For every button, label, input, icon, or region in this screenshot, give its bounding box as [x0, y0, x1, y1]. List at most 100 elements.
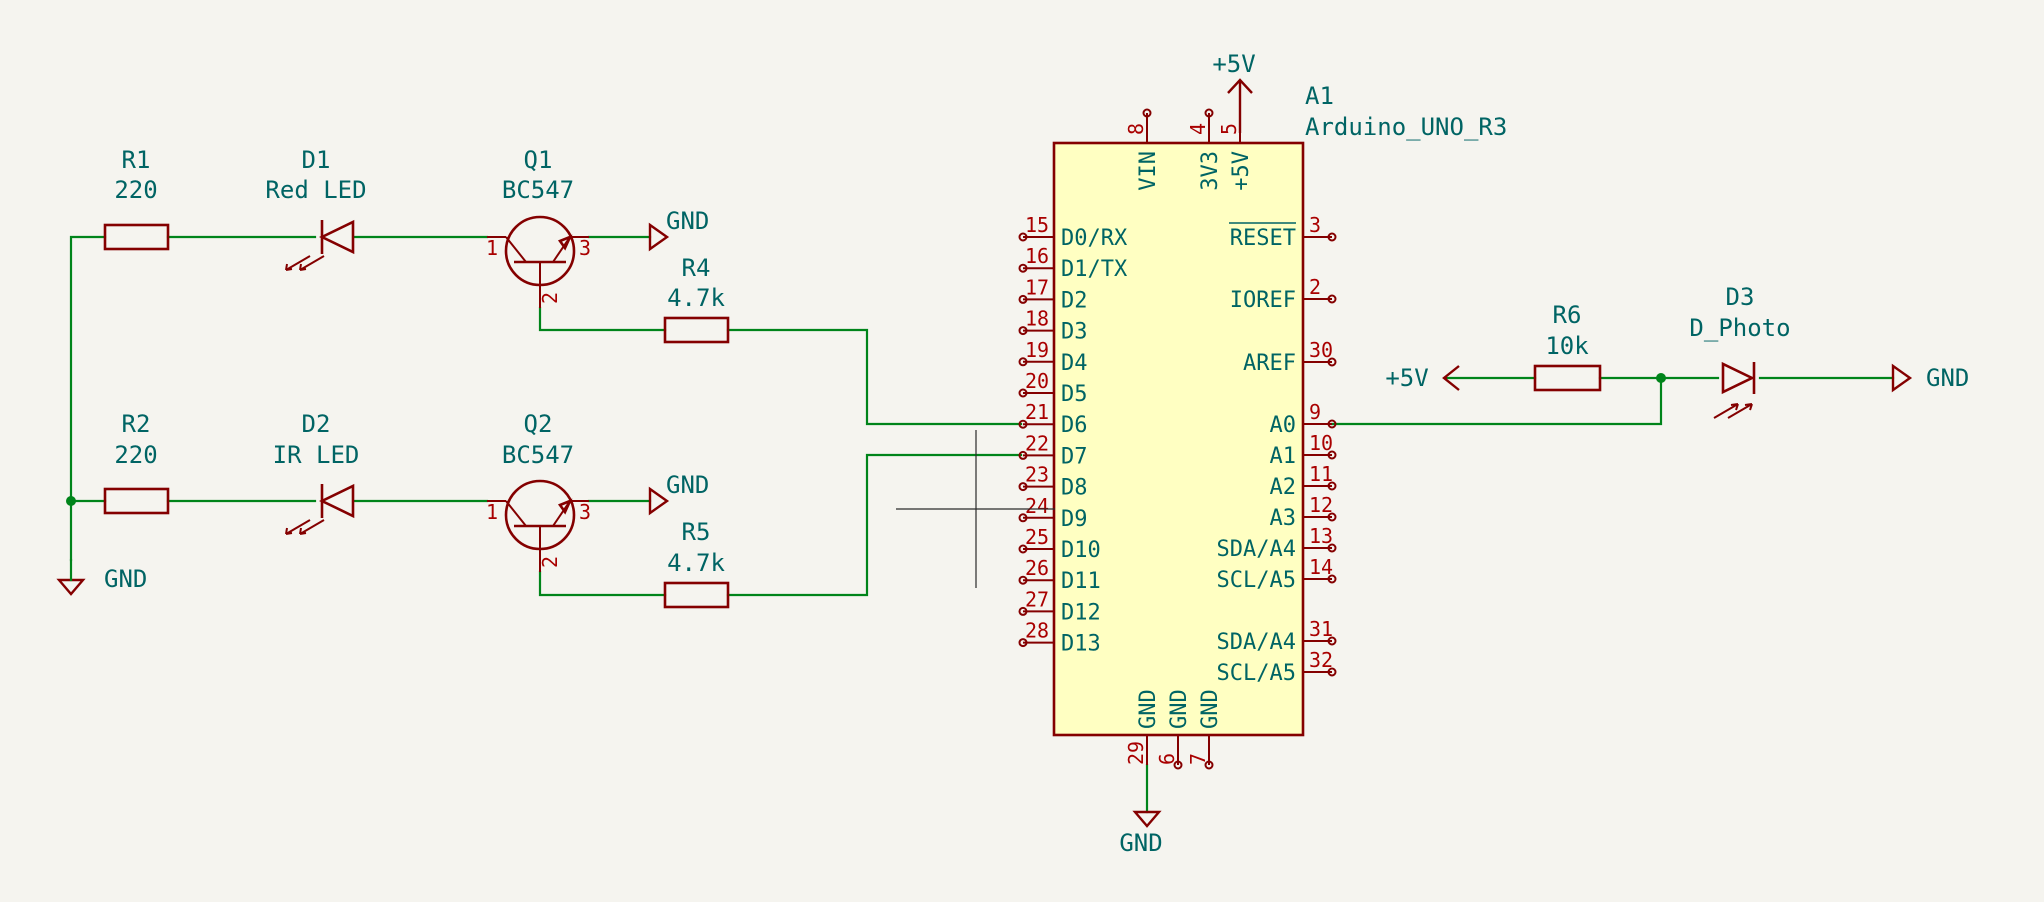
wire-a0-junction[interactable]	[1330, 376, 1663, 426]
q2-value: BC547	[502, 441, 574, 469]
transistor-q1[interactable]: 1 3 2 Q1 BC547	[486, 146, 591, 308]
led-d1[interactable]: D1 Red LED	[265, 146, 367, 271]
pin-name: D9	[1061, 507, 1088, 532]
gnd-symbol-arduino[interactable]: GND	[1119, 810, 1163, 857]
r6-ref: R6	[1553, 301, 1582, 329]
junction-dot	[1656, 373, 1666, 383]
q1-pin-e: 3	[579, 236, 591, 260]
r4-value: 4.7k	[667, 284, 725, 312]
d1-ref: D1	[302, 146, 331, 174]
d2-ref: D2	[302, 410, 331, 438]
pin-name: GND	[1198, 689, 1223, 729]
gnd-label: GND	[666, 207, 709, 235]
q2-pin-c: 2	[538, 556, 562, 568]
pin-name: A0	[1270, 413, 1297, 438]
pin-number: 20	[1025, 369, 1049, 393]
photodiode-d3[interactable]: D3 D_Photo	[1689, 283, 1791, 419]
wire-r5-d7[interactable]	[726, 453, 1023, 597]
resistor-r4[interactable]: R4 4.7k	[663, 254, 730, 344]
pin-number: 30	[1309, 338, 1333, 362]
q2-pin-e: 3	[579, 500, 591, 524]
pin-number: 23	[1025, 463, 1049, 487]
pin-name: D13	[1061, 632, 1101, 657]
vcc-label: +5V	[1212, 50, 1255, 78]
pin-name: +5V	[1229, 151, 1254, 191]
pin-number: 32	[1309, 648, 1333, 672]
vcc-symbol-arduino[interactable]: +5V	[1212, 50, 1256, 133]
resistor-r5[interactable]: R5 4.7k	[663, 518, 730, 609]
pin-number: 21	[1025, 400, 1049, 424]
r2-value: 220	[114, 441, 157, 469]
r4-ref: R4	[682, 254, 711, 282]
pin-name: GND	[1136, 689, 1161, 729]
pin-number: 15	[1025, 213, 1049, 237]
pin-number: 29	[1124, 741, 1148, 765]
pin-number: 17	[1025, 275, 1049, 299]
schematic-canvas[interactable]: R1 220 R2 220 R4 4.7k R5 4.7k R6 10k D1 …	[0, 0, 2044, 902]
pin-name: RESET	[1230, 226, 1296, 251]
pin-name: 3V3	[1198, 151, 1223, 191]
pin-number: 9	[1309, 400, 1321, 424]
a1-ref: A1	[1305, 82, 1334, 110]
wire-left-bus[interactable]	[69, 235, 107, 562]
emission-arrows-icon	[285, 255, 325, 271]
r6-value: 10k	[1545, 332, 1589, 360]
pin-number: 10	[1309, 431, 1333, 455]
pin-name: SDA/A4	[1217, 630, 1296, 655]
pin-number: 19	[1025, 338, 1049, 362]
resistor-r2[interactable]: R2 220	[103, 410, 170, 515]
wire-r4-d6[interactable]	[726, 328, 1023, 426]
pin-number: 12	[1309, 493, 1333, 517]
pin-name: D3	[1061, 320, 1088, 345]
junction-dot	[66, 496, 76, 506]
pin-number: 28	[1025, 619, 1049, 643]
pin-number: 4	[1186, 123, 1210, 135]
d2-value: IR LED	[273, 441, 360, 469]
gnd-label: GND	[666, 471, 709, 499]
pin-number: 24	[1025, 494, 1049, 518]
pin-name: D5	[1061, 382, 1088, 407]
pin-number: 6	[1155, 753, 1179, 765]
wire-q1-r4[interactable]	[538, 306, 667, 332]
resistor-r6[interactable]: R6 10k	[1533, 301, 1602, 392]
r1-value: 220	[114, 176, 157, 204]
pin-name: IOREF	[1230, 288, 1296, 313]
resistor-r1[interactable]: R1 220	[103, 146, 170, 251]
r5-value: 4.7k	[667, 549, 725, 577]
pin-name: SCL/A5	[1217, 661, 1296, 686]
arduino-uno-a1[interactable]: A1 Arduino_UNO_R3 15 D0/RX 16 D1/TX 17 D2 18 D3…	[1018, 82, 1508, 770]
pin-number: 5	[1217, 123, 1241, 135]
pin-name: D2	[1061, 288, 1088, 313]
q2-pin-b: 1	[486, 500, 498, 524]
pin-name: D1/TX	[1061, 257, 1128, 282]
pin-name: AREF	[1243, 351, 1296, 376]
led-d2[interactable]: D2 IR LED	[273, 410, 360, 535]
gnd-symbol-q1[interactable]: GND	[648, 207, 709, 252]
pin-number: 25	[1025, 525, 1049, 549]
emission-arrows-icon	[285, 519, 325, 535]
gnd-symbol-d3[interactable]: GND	[1891, 363, 1969, 393]
gnd-label: GND	[1926, 364, 1969, 392]
gnd-label: GND	[104, 565, 147, 593]
wire-q2-r5[interactable]	[538, 570, 667, 597]
pin-name: D6	[1061, 413, 1088, 438]
a1-value: Arduino_UNO_R3	[1305, 113, 1507, 141]
q1-pin-c: 2	[538, 292, 562, 304]
pin-name: GND	[1167, 689, 1192, 729]
wires	[66, 235, 1895, 814]
pin-name: A3	[1270, 506, 1297, 531]
transistor-q2[interactable]: 1 3 2 Q2 BC547	[486, 410, 591, 572]
d3-value: D_Photo	[1689, 314, 1790, 342]
vcc-label: +5V	[1385, 364, 1428, 392]
pin-name: D12	[1061, 600, 1101, 625]
pin-name: SCL/A5	[1217, 568, 1296, 593]
gnd-symbol-left[interactable]: GND	[56, 558, 147, 596]
pin-number: 31	[1309, 617, 1333, 641]
pin-name: D4	[1061, 351, 1088, 376]
gnd-symbol-q2[interactable]: GND	[648, 471, 709, 516]
r1-ref: R1	[122, 146, 151, 174]
pin-name: D11	[1061, 569, 1101, 594]
d1-value: Red LED	[265, 176, 366, 204]
pin-number: 2	[1309, 275, 1321, 299]
pin-number: 8	[1124, 123, 1148, 135]
